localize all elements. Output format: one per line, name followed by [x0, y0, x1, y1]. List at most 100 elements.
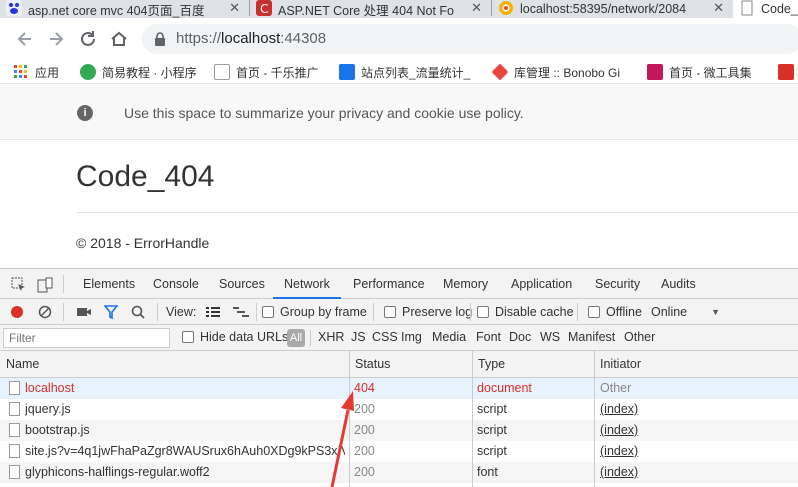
svg-text:C: C [260, 2, 268, 16]
tab-console[interactable]: Console [153, 269, 199, 299]
column-header-name[interactable]: Name [0, 351, 39, 378]
filter-type-other[interactable]: Other [624, 330, 655, 344]
hide-data-urls-checkbox[interactable]: Hide data URLs [182, 330, 288, 344]
checkbox[interactable] [262, 306, 274, 318]
browser-tab-code404[interactable]: Code_ [733, 0, 798, 18]
bookmarks-bar: 应用 简易教程 · 小程序 首页 - 千乐推广 站点列表_流量统计_ 库管理 :… [0, 60, 798, 84]
list-view-icon [206, 307, 220, 317]
offline-checkbox[interactable]: Offline [588, 302, 642, 322]
throttling-select[interactable]: Online ▼ [651, 302, 720, 322]
initiator-link[interactable]: (index) [600, 399, 790, 420]
bookmark-site-list[interactable]: 站点列表_流量统计_ [339, 63, 470, 81]
group-by-frame-checkbox[interactable]: Group by frame [262, 302, 367, 322]
table-row[interactable]: jquery.js 200 script (index) [0, 399, 798, 420]
page-title: Code_404 [76, 160, 215, 193]
lock-icon[interactable] [154, 32, 166, 49]
column-divider[interactable] [594, 351, 595, 487]
column-header-type[interactable]: Type [472, 351, 505, 378]
record-button[interactable] [10, 302, 24, 322]
tab-memory[interactable]: Memory [443, 269, 488, 299]
tab-sources[interactable]: Sources [219, 269, 265, 299]
bookmark-jianyi[interactable]: 简易教程 · 小程序 [80, 63, 197, 81]
info-icon: i [77, 105, 93, 121]
filter-toggle-button[interactable] [104, 302, 118, 322]
initiator-link[interactable]: (index) [600, 420, 790, 441]
filter-type-js[interactable]: JS [351, 330, 366, 344]
table-row[interactable]: site.js?v=4q1jwFhaPaZgr8WAUSrux6hAuh0XDg… [0, 441, 798, 462]
table-row[interactable]: localhost 404 document Other [0, 378, 798, 399]
reload-button[interactable] [77, 28, 99, 50]
network-request-table: Name Status Type Initiator localhost 404… [0, 351, 798, 487]
checkbox[interactable] [384, 306, 396, 318]
home-button[interactable] [108, 28, 130, 50]
tab-network[interactable]: Network [273, 269, 341, 299]
overview-toggle[interactable] [232, 302, 250, 322]
inspect-element-icon[interactable] [11, 277, 27, 293]
filter-type-all[interactable]: All [287, 329, 305, 347]
back-arrow-icon [17, 32, 31, 46]
browser-tab-aspnet[interactable]: C ASP.NET Core 处理 404 Not Fo ✕ [250, 0, 490, 18]
filter-type-img[interactable]: Img [401, 330, 422, 344]
table-row[interactable]: glyphicons-halflings-regular.woff2 200 f… [0, 462, 798, 483]
browser-toolbar: https://localhost:44308 [0, 18, 798, 60]
filter-type-doc[interactable]: Doc [509, 330, 531, 344]
page-footer: © 2018 - ErrorHandle [76, 235, 210, 251]
initiator-link[interactable]: (index) [600, 462, 790, 483]
back-button[interactable] [14, 28, 36, 50]
table-row[interactable]: bootstrap.js 200 script (index) [0, 420, 798, 441]
page-icon [214, 64, 230, 80]
tab-application[interactable]: Application [511, 269, 572, 299]
checkbox[interactable] [182, 331, 194, 343]
apps-grid-icon [14, 65, 27, 78]
column-header-status[interactable]: Status [349, 351, 390, 378]
bookmark-qianle[interactable]: 首页 - 千乐推广 [214, 63, 319, 81]
forward-button[interactable] [45, 28, 67, 50]
tab-close-icon[interactable]: ✕ [713, 0, 724, 16]
disable-cache-checkbox[interactable]: Disable cache [477, 302, 574, 322]
bookmark-more[interactable] [778, 63, 798, 81]
tab-performance[interactable]: Performance [353, 269, 425, 299]
cookie-consent-bar: i Use this space to summarize your priva… [0, 85, 798, 140]
bookmark-weitools[interactable]: 首页 - 微工具集 [647, 63, 752, 81]
device-toolbar-icon[interactable] [37, 277, 53, 293]
checkbox[interactable] [588, 306, 600, 318]
capture-screenshots-button[interactable] [76, 302, 92, 322]
bookmark-bonobo[interactable]: 库管理 :: Bonobo Gi [491, 63, 620, 81]
red-bookmark-icon [778, 64, 794, 80]
column-header-initiator[interactable]: Initiator [594, 351, 641, 378]
filter-type-manifest[interactable]: Manifest [568, 330, 615, 344]
tab-close-icon[interactable]: ✕ [471, 0, 482, 16]
address-bar[interactable]: https://localhost:44308 [142, 24, 798, 54]
filter-type-media[interactable]: Media [432, 330, 466, 344]
column-divider[interactable] [472, 351, 473, 487]
tab-elements[interactable]: Elements [83, 269, 135, 299]
document-file-icon [9, 381, 20, 395]
search-button[interactable] [131, 302, 145, 322]
network-toolbar: View: Group by frame Preserve log Disabl… [0, 299, 798, 325]
browser-tab-baidu[interactable]: asp.net core mvc 404页面_百度 ✕ [0, 0, 248, 18]
tab-title: ASP.NET Core 处理 404 Not Fo [278, 3, 455, 18]
filter-type-font[interactable]: Font [476, 330, 501, 344]
cnblogs-favicon-icon: C [256, 0, 272, 16]
divider [76, 212, 798, 213]
filter-type-ws[interactable]: WS [540, 330, 560, 344]
initiator-link[interactable]: (index) [600, 441, 790, 462]
filter-type-css[interactable]: CSS [372, 330, 398, 344]
browser-tab-localhost-network[interactable]: localhost:58395/network/2084 ✕ [492, 0, 732, 18]
script-file-icon [9, 444, 20, 458]
record-icon [11, 306, 23, 318]
filter-input[interactable] [3, 328, 170, 348]
bookmark-apps[interactable]: 应用 [13, 63, 59, 81]
devtools-tabbar: Elements Console Sources Network Perform… [0, 269, 798, 299]
tab-security[interactable]: Security [595, 269, 640, 299]
large-rows-toggle[interactable] [205, 302, 221, 322]
clear-button[interactable] [38, 302, 52, 322]
preserve-log-checkbox[interactable]: Preserve log [384, 302, 472, 322]
url-text[interactable]: https://localhost:44308 [176, 30, 326, 47]
filter-type-xhr[interactable]: XHR [318, 330, 344, 344]
tab-audits[interactable]: Audits [661, 269, 696, 299]
page-content: i Use this space to summarize your priva… [0, 85, 798, 268]
column-divider[interactable] [349, 351, 350, 487]
tab-close-icon[interactable]: ✕ [229, 0, 240, 16]
checkbox[interactable] [477, 306, 489, 318]
